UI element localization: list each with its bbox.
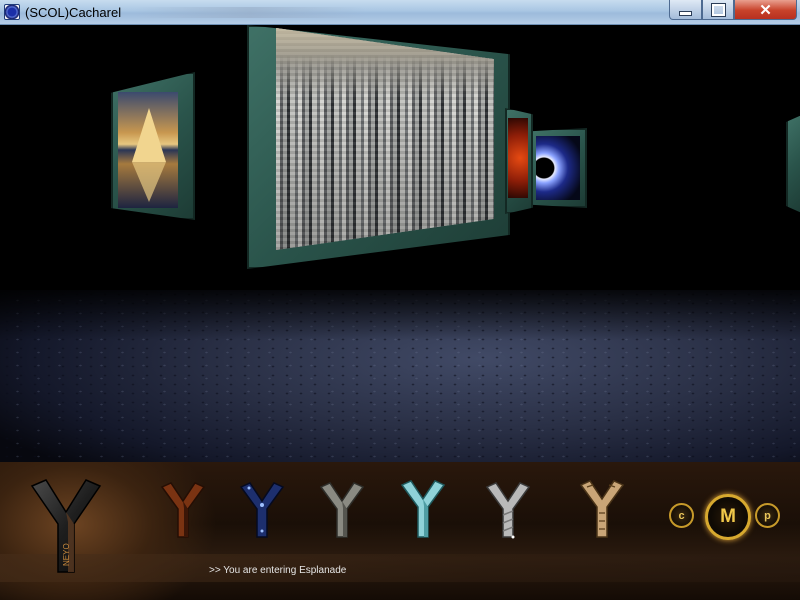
- main-y-logo-icon[interactable]: NEYO: [28, 478, 104, 576]
- iceberg-reflection: [132, 162, 166, 202]
- carved-y-icon[interactable]: [579, 479, 625, 539]
- status-message: >> You are entering Esplanade: [209, 565, 347, 576]
- mode-c-label: c: [678, 509, 685, 522]
- title-blurred-text: [135, 7, 365, 18]
- close-icon: ✕: [759, 1, 772, 19]
- maximize-icon: [710, 2, 726, 17]
- ice-y-icon[interactable]: [400, 479, 446, 539]
- mode-m-label: M: [720, 506, 736, 527]
- scol-app-icon[interactable]: [4, 4, 20, 20]
- mode-c-button[interactable]: c: [669, 503, 694, 528]
- rust-y-icon[interactable]: [160, 481, 206, 539]
- mode-p-label: p: [764, 509, 771, 522]
- eclipse-picture[interactable]: [536, 136, 580, 200]
- floor-fade: [0, 280, 800, 340]
- city-skyline-shading: [276, 28, 494, 250]
- toolbar-status-strip: [0, 554, 800, 582]
- red-nebula-picture[interactable]: [508, 118, 528, 198]
- window-title: (SCOL)Cacharel: [25, 5, 122, 20]
- maximize-button[interactable]: [702, 0, 734, 20]
- title-bar: (SCOL)Cacharel ✕: [0, 0, 800, 25]
- silver-y-icon[interactable]: [485, 481, 531, 541]
- mode-p-button[interactable]: p: [755, 503, 780, 528]
- iceberg-shape: [132, 108, 166, 162]
- frame-partial-right[interactable]: [786, 114, 800, 214]
- stone-y-icon[interactable]: [319, 481, 365, 539]
- minimize-button[interactable]: [669, 0, 702, 20]
- close-button[interactable]: ✕: [734, 0, 797, 20]
- minimize-icon: [679, 11, 692, 16]
- mode-m-button[interactable]: M: [705, 494, 751, 540]
- main-logo-label: NEYO: [62, 543, 71, 566]
- blue-y-icon[interactable]: [239, 481, 285, 539]
